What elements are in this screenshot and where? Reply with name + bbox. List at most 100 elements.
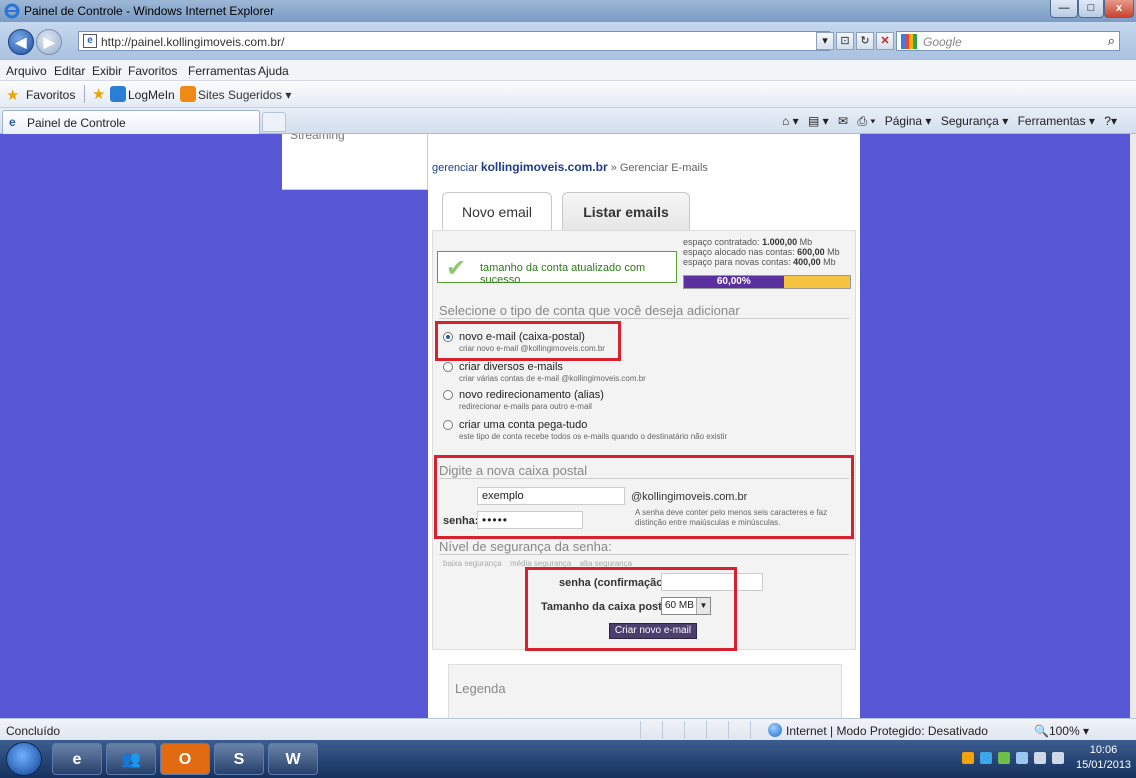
taskbar: e 👥 O S W 10:06 15/01/2013: [0, 740, 1136, 778]
messenger-taskbar-icon[interactable]: 👥: [106, 743, 156, 775]
favorites-star-icon[interactable]: ★: [6, 86, 19, 104]
scrollbar[interactable]: [1130, 134, 1136, 718]
menu-ajuda[interactable]: Ajuda: [258, 64, 289, 78]
clock[interactable]: 10:06 15/01/2013: [1076, 743, 1131, 773]
page-icon: e: [83, 34, 97, 48]
word-taskbar-icon[interactable]: W: [268, 743, 318, 775]
clock-date: 15/01/2013: [1076, 759, 1132, 771]
zoom-level[interactable]: 🔍100% ▾: [1034, 724, 1089, 738]
search-input[interactable]: Google ⌕: [896, 31, 1120, 51]
option-label: novo redirecionamento (alias): [459, 389, 604, 401]
window-title: Painel de Controle - Windows Internet Ex…: [24, 4, 275, 18]
menu-arquivo[interactable]: Arquivo: [6, 64, 47, 78]
ie-icon: [4, 3, 20, 19]
radio-button[interactable]: [443, 390, 453, 400]
status-text: Concluído: [6, 724, 61, 738]
option-description: redirecionar e-mails para outro e-mail: [459, 402, 592, 411]
start-button[interactable]: [6, 742, 42, 776]
feeds-icon[interactable]: ▤ ▾: [808, 114, 829, 128]
breadcrumb-current: Gerenciar E-mails: [619, 162, 708, 174]
mail-icon[interactable]: ✉: [838, 114, 848, 128]
status-bar: Concluído Internet | Modo Protegido: Des…: [0, 718, 1136, 740]
home-icon[interactable]: ⌂ ▾: [782, 114, 799, 128]
tab-listar-emails[interactable]: Listar emails: [562, 192, 690, 230]
check-icon: ✔: [446, 255, 467, 282]
new-tab-button[interactable]: [262, 112, 286, 132]
breadcrumb: gerenciar kollingimoveis.com.br » Gerenc…: [432, 160, 708, 174]
tray-network-icon[interactable]: [980, 752, 992, 764]
quota-bar: 60,00%: [683, 275, 851, 289]
breadcrumb-domain[interactable]: kollingimoveis.com.br: [481, 160, 608, 174]
command-bar: ⌂ ▾ ▤ ▾ ✉ ⎙ ▾ Página ▾ Segurança ▾ Ferra…: [782, 114, 1123, 129]
password-strength-title: Nível de segurança da senha:: [439, 539, 849, 555]
forward-button[interactable]: ▶: [36, 29, 62, 55]
outlook-taskbar-icon[interactable]: O: [160, 743, 210, 775]
tab-novo-email[interactable]: Novo email: [442, 192, 552, 230]
sites-icon: [180, 86, 196, 102]
close-button[interactable]: x: [1104, 0, 1134, 18]
maximize-button[interactable]: □: [1078, 0, 1104, 18]
quota-unit: Mb: [827, 247, 840, 257]
option-label: criar diversos e-mails: [459, 361, 563, 373]
quota-contracted: 1.000,00: [762, 237, 798, 247]
logmein-icon: [110, 86, 126, 102]
legend-title: Legenda: [455, 681, 506, 696]
breadcrumb-prefix[interactable]: gerenciar: [432, 162, 478, 174]
back-button[interactable]: ◀: [8, 29, 34, 55]
favorites-bar: ★ Favoritos ★ LogMeIn Sites Sugeridos ▾: [0, 81, 1136, 108]
url-text: http://painel.kollingimoveis.com.br/: [101, 35, 285, 49]
tray-power-icon[interactable]: [1034, 752, 1046, 764]
menu-favoritos[interactable]: Favoritos: [128, 64, 177, 78]
add-favorite-icon[interactable]: ★: [92, 85, 105, 103]
quota-contracted-label: espaço contratado:: [683, 237, 760, 247]
option-label: criar uma conta pega-tudo: [459, 419, 588, 431]
globe-icon: [768, 723, 782, 737]
radio-button[interactable]: [443, 362, 453, 372]
menu-ferramentas[interactable]: Ferramentas: [188, 64, 256, 78]
page-viewport: Streaming gerenciar kollingimoveis.com.b…: [0, 134, 1136, 718]
browser-tab[interactable]: e Painel de Controle: [2, 110, 260, 134]
favorite-sites-sugeridos[interactable]: Sites Sugeridos ▾: [198, 88, 291, 102]
favorite-logmein[interactable]: LogMeIn: [128, 88, 175, 102]
clock-time: 10:06: [1089, 744, 1118, 756]
page-menu[interactable]: Página ▾: [885, 114, 932, 128]
divider: [84, 85, 85, 103]
compatibility-icon[interactable]: ⊡: [836, 32, 854, 50]
title-bar: Painel de Controle - Windows Internet Ex…: [0, 0, 1136, 22]
stop-icon[interactable]: ✕: [876, 32, 894, 50]
search-placeholder: Google: [923, 35, 962, 49]
menu-exibir[interactable]: Exibir: [92, 64, 122, 78]
success-message: ✔ tamanho da conta atualizado com sucess…: [437, 251, 677, 286]
left-menu-streaming[interactable]: Streaming: [290, 134, 345, 142]
tab-bar: e Painel de Controle ⌂ ▾ ▤ ▾ ✉ ⎙ ▾ Págin…: [0, 108, 1136, 134]
help-icon[interactable]: ?▾: [1104, 114, 1117, 128]
favorites-button[interactable]: Favoritos: [26, 88, 75, 102]
volume-icon[interactable]: [1052, 752, 1064, 764]
tools-menu[interactable]: Ferramentas ▾: [1018, 114, 1095, 128]
radio-button[interactable]: [443, 420, 453, 430]
breadcrumb-separator: »: [610, 162, 617, 174]
quota-free: 400,00: [793, 257, 821, 267]
dropdown-arrow-icon[interactable]: ▾: [816, 32, 834, 50]
minimize-button[interactable]: —: [1050, 0, 1078, 18]
tab-ie-icon: e: [9, 115, 16, 129]
new-email-panel: ✔ tamanho da conta atualizado com sucess…: [432, 230, 856, 651]
legend-box: Legenda: [448, 664, 842, 718]
ie-taskbar-icon[interactable]: e: [52, 743, 102, 775]
security-zone[interactable]: Internet | Modo Protegido: Desativado: [786, 724, 988, 738]
skype-taskbar-icon[interactable]: S: [214, 743, 264, 775]
url-field[interactable]: e http://painel.kollingimoveis.com.br/: [78, 31, 830, 51]
quota-bar-fill: 60,00%: [684, 276, 784, 288]
tray-security-icon[interactable]: [998, 752, 1010, 764]
right-column: [860, 134, 1130, 718]
print-icon[interactable]: ⎙ ▾: [857, 114, 875, 128]
security-menu[interactable]: Segurança ▾: [941, 114, 1008, 128]
refresh-icon[interactable]: ↻: [856, 32, 874, 50]
search-icon[interactable]: ⌕: [1108, 33, 1115, 49]
tray-app-icon[interactable]: [962, 752, 974, 764]
tray-sync-icon[interactable]: [1016, 752, 1028, 764]
highlight-box: [435, 321, 621, 361]
menu-editar[interactable]: Editar: [54, 64, 85, 78]
quota-unit: Mb: [823, 257, 836, 267]
quota-unit: Mb: [799, 237, 813, 247]
